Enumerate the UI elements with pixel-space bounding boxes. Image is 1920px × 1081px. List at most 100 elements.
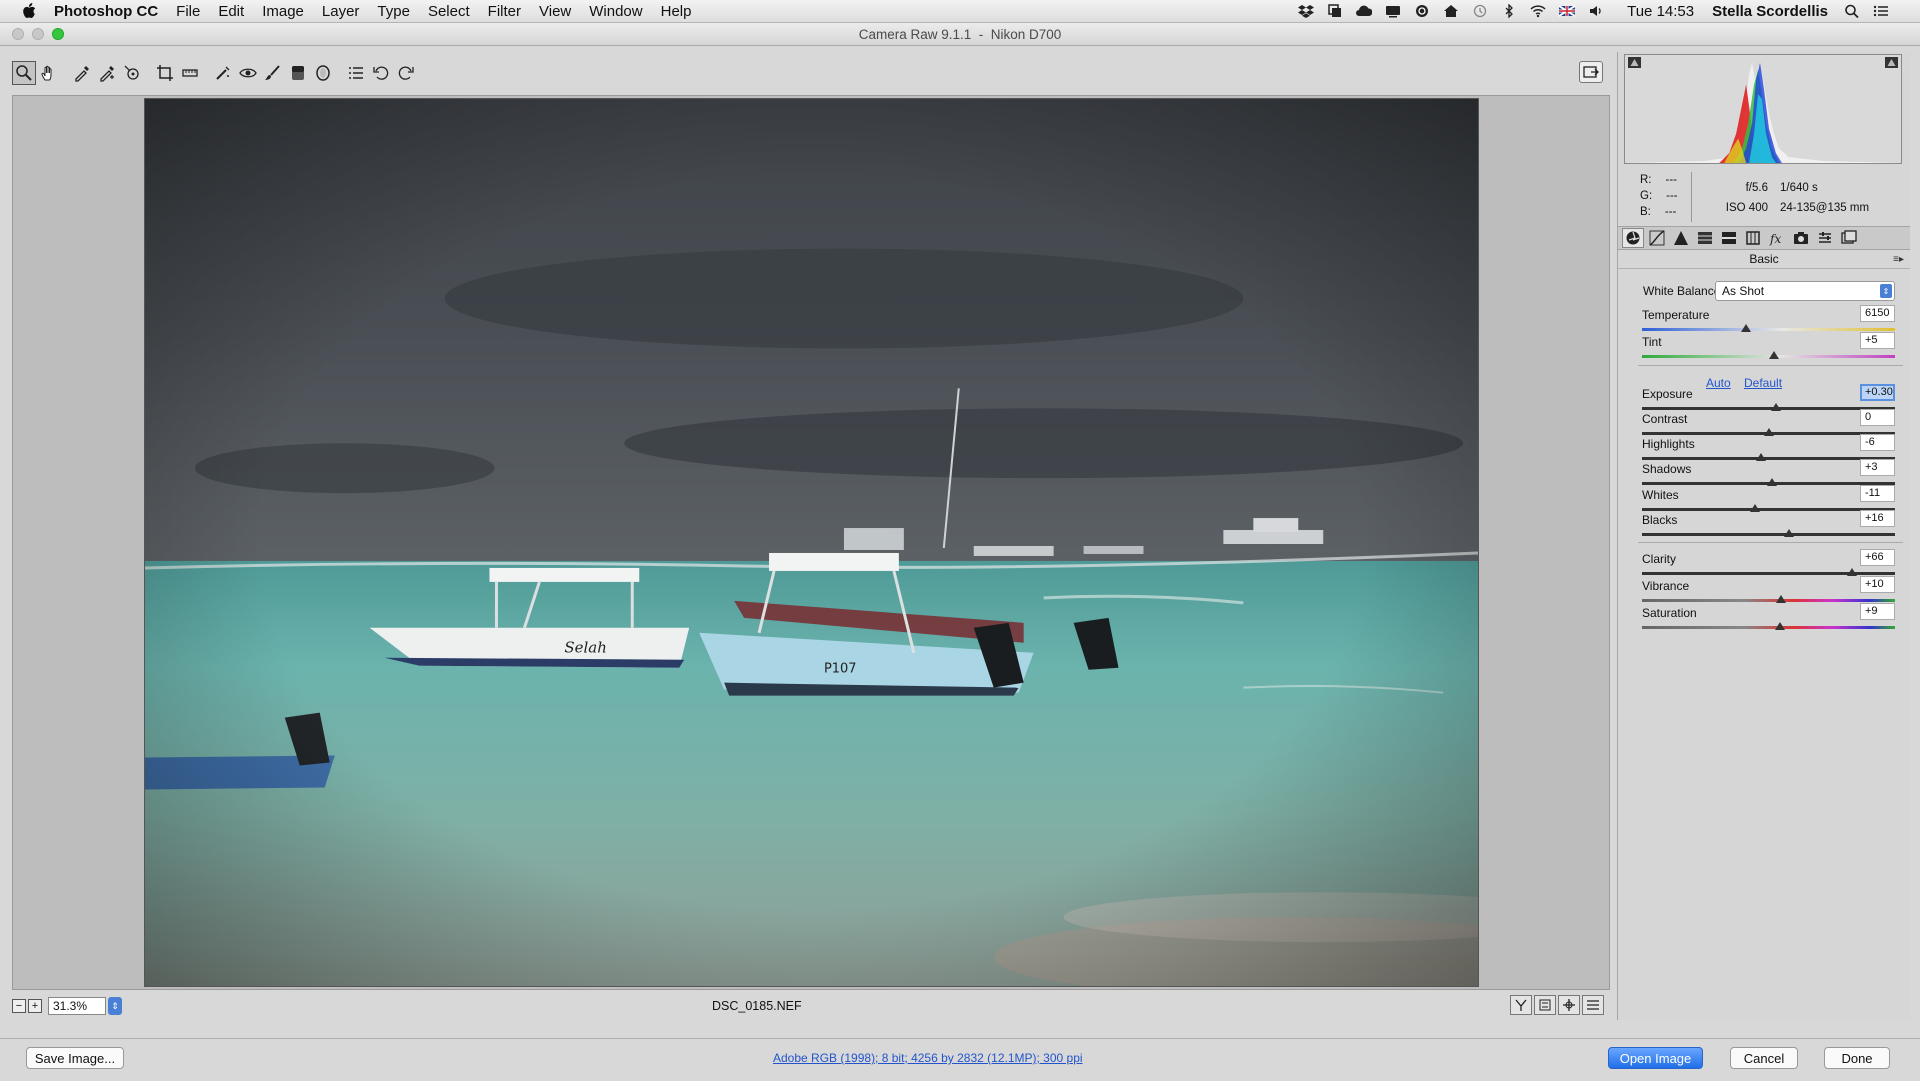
tab-snapshots[interactable] [1838,228,1860,248]
crop-tool[interactable] [153,61,177,85]
apple-icon[interactable] [18,0,40,22]
menu-clock[interactable]: Tue 14:53 [1627,3,1694,20]
contrast-slider[interactable]: Contrast 0 [1642,409,1897,438]
whites-thumb[interactable] [1749,504,1760,512]
shadows-slider[interactable]: Shadows +3 [1642,459,1897,488]
menu-filter[interactable]: Filter [488,3,521,20]
targeted-adjustment-tool[interactable] [120,61,144,85]
saturation-value-field[interactable]: +9 [1860,603,1895,620]
time-machine-icon[interactable] [1472,4,1488,18]
whites-value-field[interactable]: -11 [1860,485,1895,502]
adjustment-brush-tool[interactable] [261,61,285,85]
tab-hsl[interactable] [1694,228,1716,248]
white-balance-select[interactable]: As Shot ⇕ [1715,281,1895,301]
tint-value-field[interactable]: +5 [1860,332,1895,349]
creative-cloud-icon[interactable] [1356,4,1373,18]
workflow-options-link[interactable]: Adobe RGB (1998); 8 bit; 4256 by 2832 (1… [773,1051,1083,1065]
zoom-out-button[interactable]: − [12,999,26,1013]
exposure-thumb[interactable] [1771,403,1782,411]
tab-presets[interactable] [1814,228,1836,248]
toggle-settings-button[interactable] [1582,995,1604,1015]
straighten-tool[interactable] [178,61,202,85]
copy-icon[interactable] [1327,4,1343,18]
exposure-slider[interactable]: Exposure +0.30 [1642,384,1897,413]
contrast-thumb[interactable] [1763,428,1774,436]
menu-view[interactable]: View [539,3,571,20]
menu-help[interactable]: Help [661,3,692,20]
rotate-right-tool[interactable] [394,61,418,85]
white-balance-tool[interactable] [70,61,94,85]
temperature-value-field[interactable]: 6150 [1860,305,1895,322]
graduated-filter-tool[interactable] [286,61,310,85]
blacks-thumb[interactable] [1783,529,1794,537]
vibrance-thumb[interactable] [1776,595,1787,603]
menu-select[interactable]: Select [428,3,470,20]
uk-flag-icon[interactable] [1559,4,1576,18]
sync-icon[interactable] [1414,4,1430,18]
clarity-value-field[interactable]: +66 [1860,549,1895,566]
blacks-slider[interactable]: Blacks +16 [1642,510,1897,539]
tab-basic[interactable] [1622,228,1644,248]
tab-detail[interactable] [1670,228,1692,248]
zoom-in-button[interactable]: + [28,999,42,1013]
wifi-icon[interactable] [1530,4,1546,18]
copy-settings-button[interactable] [1558,995,1580,1015]
menu-window[interactable]: Window [589,3,642,20]
panel-menu-icon[interactable]: ≡▸ [1893,254,1904,265]
tab-split-toning[interactable] [1718,228,1740,248]
rotate-left-tool[interactable] [369,61,393,85]
preferences-tool[interactable] [344,61,368,85]
full-screen-button[interactable] [1579,61,1603,83]
menu-edit[interactable]: Edit [218,3,244,20]
hand-tool[interactable] [37,61,61,85]
dropbox-icon[interactable] [1298,4,1315,18]
menu-type[interactable]: Type [377,3,410,20]
vibrance-slider[interactable]: Vibrance +10 [1642,576,1897,605]
spot-removal-tool[interactable] [211,61,235,85]
clarity-slider[interactable]: Clarity +66 [1642,549,1897,578]
exposure-value-field[interactable]: +0.30 [1860,384,1895,401]
menu-layer[interactable]: Layer [322,3,360,20]
tint-thumb[interactable] [1768,351,1779,359]
cancel-button[interactable]: Cancel [1730,1047,1798,1069]
color-sampler-tool[interactable] [95,61,119,85]
shadows-thumb[interactable] [1767,478,1778,486]
clarity-thumb[interactable] [1846,568,1857,576]
window-zoom-button[interactable] [52,28,64,40]
temperature-thumb[interactable] [1740,324,1751,332]
swap-settings-button[interactable] [1534,995,1556,1015]
blacks-value-field[interactable]: +16 [1860,510,1895,527]
search-icon[interactable] [1844,4,1860,18]
tab-tone-curve[interactable] [1646,228,1668,248]
temperature-slider[interactable]: Temperature 6150 [1642,305,1897,334]
zoom-level-field[interactable]: 31.3% [48,997,106,1015]
window-close-button[interactable] [12,28,24,40]
red-eye-tool[interactable] [236,61,260,85]
shadows-value-field[interactable]: +3 [1860,459,1895,476]
highlights-thumb[interactable] [1755,453,1766,461]
before-after-view-button[interactable] [1510,995,1532,1015]
tint-slider[interactable]: Tint +5 [1642,332,1897,361]
home-icon[interactable] [1443,4,1459,18]
display-icon[interactable] [1385,4,1401,18]
bluetooth-icon[interactable] [1501,4,1517,18]
menu-app-name[interactable]: Photoshop CC [54,3,158,20]
saturation-slider[interactable]: Saturation +9 [1642,603,1897,632]
radial-filter-tool[interactable] [311,61,335,85]
open-image-button[interactable]: Open Image [1608,1047,1703,1069]
tab-effects[interactable]: fx [1766,228,1788,248]
photo-preview[interactable]: Selah P107 [144,98,1479,987]
shadow-clipping-warning[interactable] [1628,57,1641,68]
whites-slider[interactable]: Whites -11 [1642,485,1897,514]
highlights-slider[interactable]: Highlights -6 [1642,434,1897,463]
tab-lens-corrections[interactable] [1742,228,1764,248]
done-button[interactable]: Done [1824,1047,1890,1069]
zoom-level-stepper[interactable]: ⇕ [108,997,122,1015]
notification-center-icon[interactable] [1873,4,1889,18]
highlights-value-field[interactable]: -6 [1860,434,1895,451]
tab-camera-calibration[interactable] [1790,228,1812,248]
zoom-tool[interactable] [12,61,36,85]
menu-user[interactable]: Stella Scordellis [1712,3,1828,20]
window-minimize-button[interactable] [32,28,44,40]
vibrance-value-field[interactable]: +10 [1860,576,1895,593]
